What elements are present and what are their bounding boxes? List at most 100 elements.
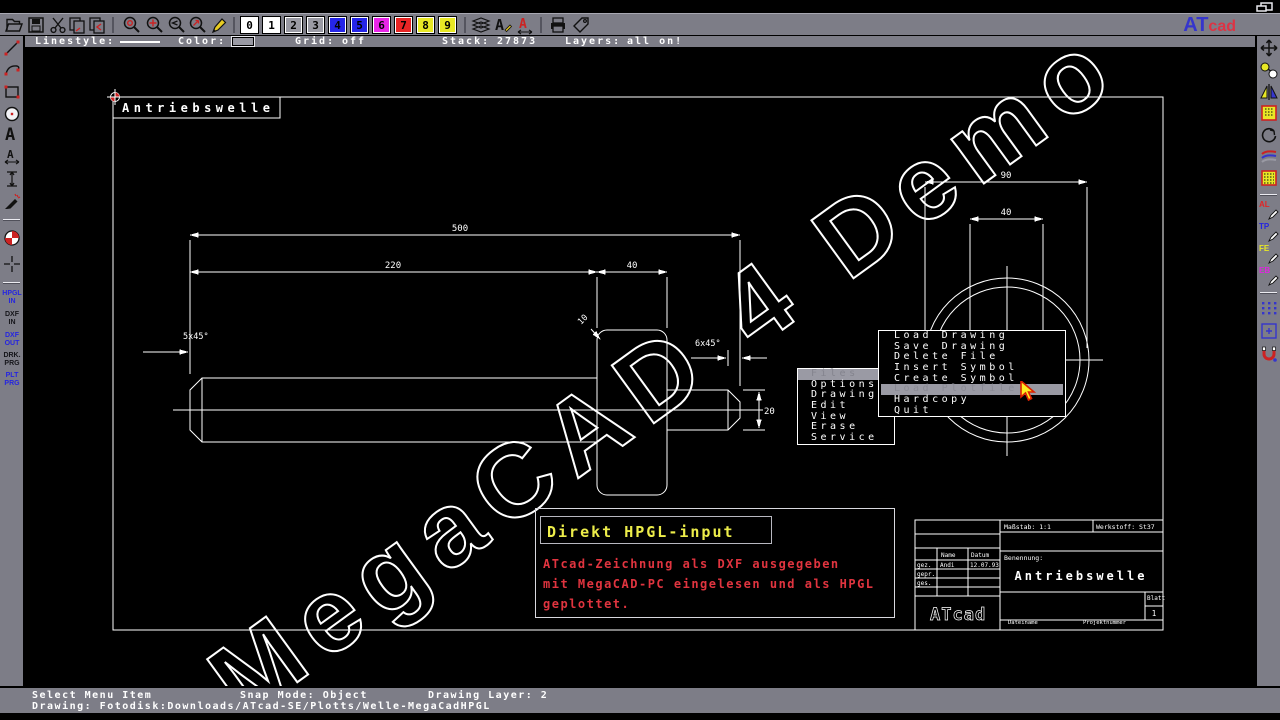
- text-tool-icon[interactable]: A: [2, 124, 22, 144]
- color-button-9[interactable]: 9: [438, 16, 457, 34]
- change-pen-icon[interactable]: [1259, 147, 1279, 167]
- plot-tag-icon[interactable]: [571, 15, 591, 35]
- color-button-0[interactable]: 0: [240, 16, 259, 34]
- grid-value[interactable]: off: [342, 36, 366, 47]
- zoom-box-icon[interactable]: [1259, 321, 1279, 341]
- plt-prg-button[interactable]: PLTPRG: [0, 372, 24, 388]
- button-label: DRK.: [0, 352, 24, 360]
- color-button-label: 6: [378, 19, 385, 32]
- tb-col-datum: Datum: [971, 552, 989, 559]
- button-label: PRG: [0, 380, 24, 388]
- menu-item-service[interactable]: Service: [798, 433, 894, 444]
- dxf-in-button[interactable]: DXFIN: [0, 311, 24, 327]
- dim-chamfer-right: 6x45°: [695, 339, 721, 349]
- origin-marker-icon: [107, 89, 123, 105]
- print-icon[interactable]: [548, 15, 568, 35]
- arc-tool-icon[interactable]: [2, 60, 22, 80]
- color-button-3[interactable]: 3: [306, 16, 325, 34]
- zoom-all-icon[interactable]: [122, 15, 142, 35]
- color-button-label: 0: [246, 19, 253, 32]
- drawing-canvas[interactable]: Antriebswelle 500 220 40 5x45° 6x45° 10 …: [25, 48, 1255, 686]
- button-label: PLT: [0, 372, 24, 380]
- pen-al-button[interactable]: AL: [1258, 200, 1280, 220]
- color-button-4[interactable]: 4: [328, 16, 347, 34]
- pencil-icon: [1268, 274, 1280, 286]
- pencil-icon: [1268, 208, 1280, 220]
- mirror-tool-icon[interactable]: [1259, 82, 1279, 102]
- left-toolbar: A A HPGLIN DXFIN DXFOUT DRK.PRG PLTPRG: [0, 36, 25, 686]
- atcad-logo: ATcad: [1183, 14, 1236, 37]
- color-button-6[interactable]: 6: [372, 16, 391, 34]
- line-tool-icon[interactable]: [2, 38, 22, 58]
- hpgl-in-button[interactable]: HPGLIN: [0, 290, 24, 306]
- text-size-icon[interactable]: A: [515, 15, 535, 35]
- pen-tp-button[interactable]: TP: [1258, 222, 1280, 242]
- dim-stub-diameter: 20: [764, 407, 775, 417]
- cut-icon[interactable]: [48, 15, 68, 35]
- button-label: IN: [0, 298, 24, 306]
- text-width-icon[interactable]: A: [2, 147, 22, 167]
- snap-magnet-icon[interactable]: [1259, 344, 1279, 364]
- submenu-item-quit[interactable]: Quit: [879, 406, 1065, 417]
- zoom-center-icon[interactable]: [145, 15, 165, 35]
- note-line: geplottet.: [543, 597, 630, 611]
- text-tool-icon[interactable]: A: [493, 15, 513, 35]
- dimension-lines: [143, 235, 767, 430]
- pen-eb-button[interactable]: EB: [1258, 266, 1280, 286]
- color-button-label: 8: [422, 19, 429, 32]
- dxf-out-button[interactable]: DXFOUT: [0, 332, 24, 348]
- tb-blatt-label: Blatt: [1147, 595, 1165, 602]
- sidebar-divider: [1260, 292, 1277, 294]
- layers-value[interactable]: all on!: [627, 36, 683, 47]
- color-button-label: 3: [312, 19, 319, 32]
- zoom-window-icon[interactable]: [188, 15, 208, 35]
- copy-icon[interactable]: [67, 15, 87, 35]
- move-tool-icon[interactable]: [1259, 38, 1279, 58]
- status-drawing-file: Drawing: Fotodisk:Downloads/ATcad-SE/Plo…: [32, 701, 491, 712]
- color-button-1[interactable]: 1: [262, 16, 281, 34]
- layers-icon[interactable]: [471, 15, 491, 35]
- tb-col-name: Name: [941, 552, 956, 559]
- circle-tool-icon[interactable]: [2, 104, 22, 124]
- dim-flange-edge: 10: [576, 313, 590, 327]
- rectangle-tool-icon[interactable]: [2, 82, 22, 102]
- hpgl-note-box: Direkt HPGL-input ATcad-Zeichnung als DX…: [535, 508, 895, 618]
- status-bar: Select Menu Item Snap Mode: Object Drawi…: [0, 688, 1280, 713]
- hatch-area-icon[interactable]: [1259, 168, 1279, 188]
- restore-window-icon[interactable]: [1256, 2, 1274, 12]
- crosshair-icon[interactable]: [2, 254, 22, 274]
- tb-benennung-label: Benennung:: [1004, 554, 1043, 562]
- zoom-previous-icon[interactable]: [167, 15, 187, 35]
- open-file-icon[interactable]: [4, 15, 24, 35]
- copy-object-icon[interactable]: [1259, 60, 1279, 80]
- edit-wand-icon[interactable]: [2, 192, 22, 212]
- save-file-icon[interactable]: [26, 15, 46, 35]
- wheel-tool-icon[interactable]: [2, 228, 22, 248]
- color-button-5[interactable]: 5: [350, 16, 369, 34]
- paste-icon[interactable]: [87, 15, 107, 35]
- note-line: mit MegaCAD-PC eingelesen und als HPGL: [543, 577, 875, 591]
- linestyle-swatch[interactable]: [120, 41, 160, 43]
- sidebar-divider: [1260, 194, 1277, 196]
- tb-projekt-label: Projektnummer: [1083, 620, 1127, 626]
- logo-cad: cad: [1208, 18, 1236, 35]
- color-button-2[interactable]: 2: [284, 16, 303, 34]
- point-grid-icon[interactable]: [1259, 298, 1279, 318]
- svg-text:A: A: [519, 17, 527, 32]
- color-button-7[interactable]: 7: [394, 16, 413, 34]
- sidebar-divider: [3, 219, 20, 221]
- drk-prg-button[interactable]: DRK.PRG: [0, 352, 24, 368]
- select-area-icon[interactable]: [1259, 103, 1279, 123]
- rotate-tool-icon[interactable]: [1259, 125, 1279, 145]
- toolbar-separator: [112, 17, 114, 33]
- pencil-icon: [1268, 252, 1280, 264]
- tb-gez-name: Andi: [940, 562, 955, 569]
- redraw-pencil-icon[interactable]: [209, 15, 229, 35]
- pen-fe-button[interactable]: FE: [1258, 244, 1280, 264]
- current-color-swatch[interactable]: [232, 37, 254, 46]
- pencil-icon: [1268, 230, 1280, 242]
- color-button-8[interactable]: 8: [416, 16, 435, 34]
- dimension-tool-icon[interactable]: [2, 169, 22, 189]
- svg-text:A: A: [7, 148, 14, 161]
- layers-label: Layers:: [565, 36, 621, 47]
